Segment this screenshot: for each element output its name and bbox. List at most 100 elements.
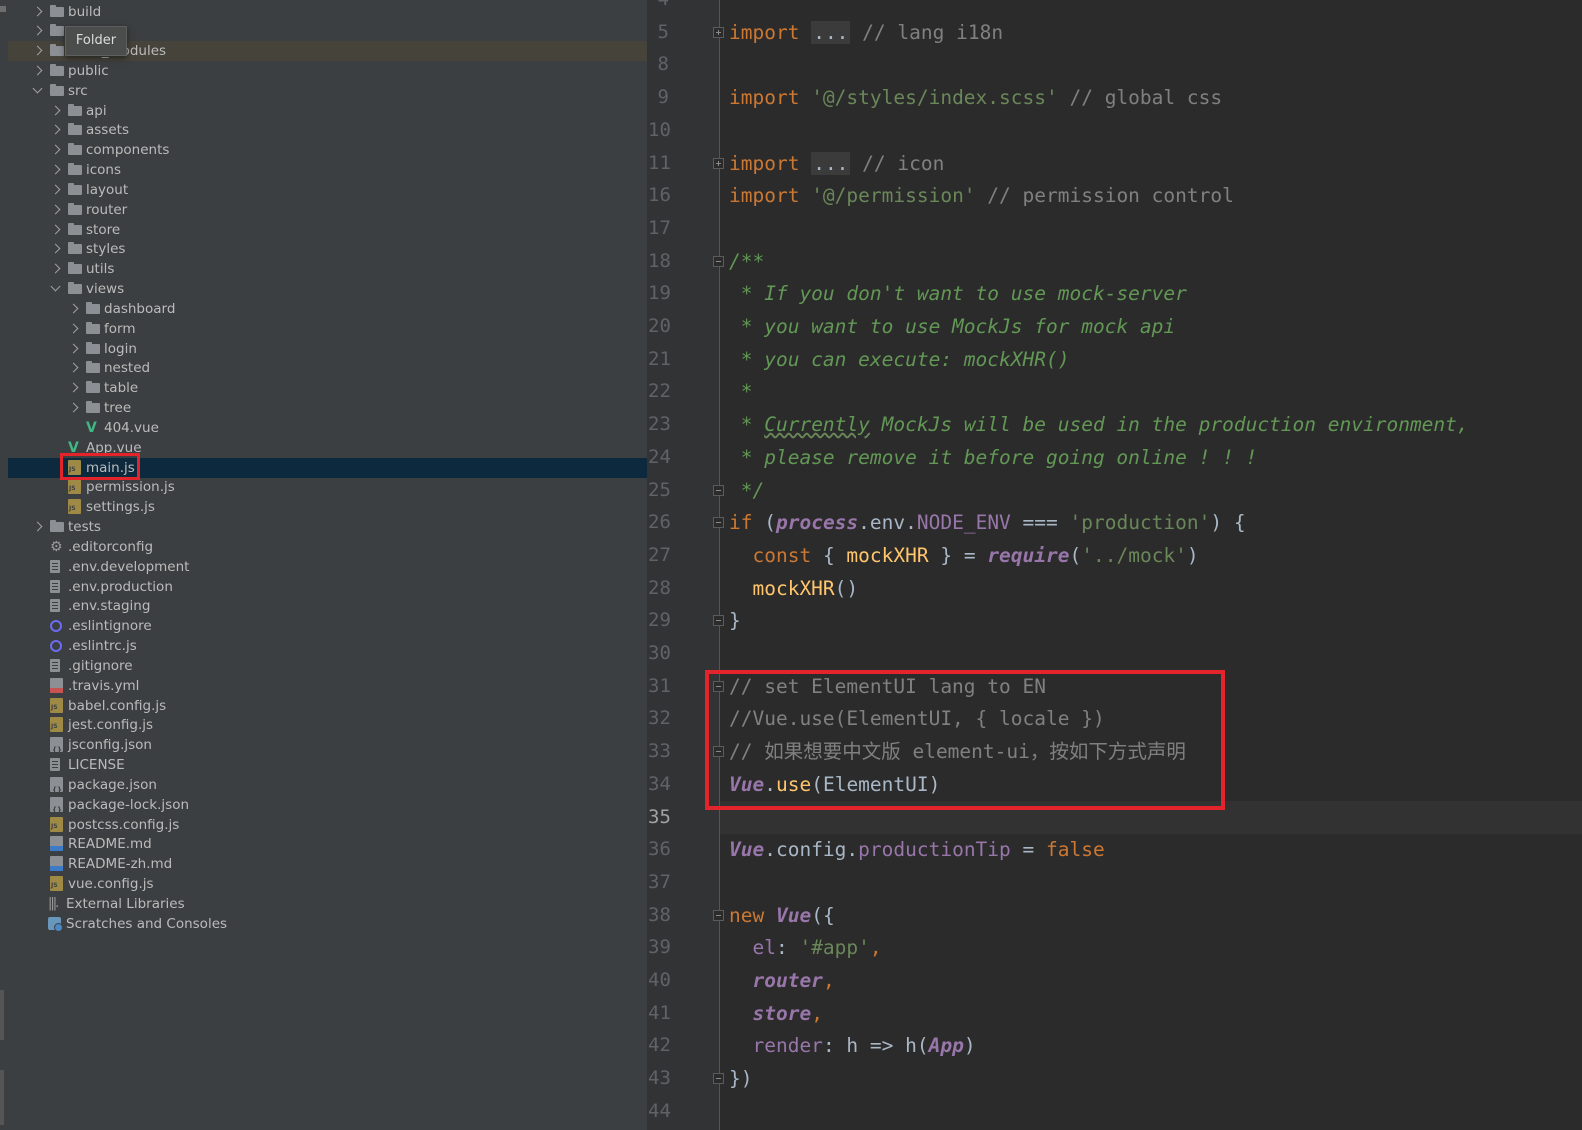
chevron-right-icon[interactable] [68,323,79,334]
chevron-right-icon[interactable] [32,25,43,36]
fold-collapse-icon[interactable] [713,615,724,627]
chevron-right-icon[interactable] [68,362,79,373]
tree-item[interactable]: components [8,140,647,160]
chevron-right-icon[interactable] [68,382,79,393]
fold-collapse-icon[interactable] [713,484,724,496]
tree-item[interactable]: .env.development [8,557,647,577]
fold-expand-icon[interactable] [713,157,724,169]
tree-item[interactable]: build [8,2,647,22]
tree-item[interactable]: tests [8,517,647,537]
tree-item[interactable]: tree [8,398,647,418]
tree-item[interactable]: |||. External Libraries [8,894,647,914]
fold-collapse-icon[interactable] [713,1073,724,1085]
folded-code-placeholder[interactable]: ... [811,20,851,44]
tree-item[interactable]: .env.production [8,577,647,597]
chevron-right-icon[interactable] [68,343,79,354]
chevron-down-icon[interactable] [32,83,43,94]
tree-item[interactable]: .gitignore [8,656,647,676]
code-line[interactable]: * Currently MockJs will be used in the p… [729,408,1469,441]
tree-item[interactable]: ⚙ .editorconfig [8,537,647,557]
chevron-right-icon[interactable] [50,105,61,116]
tree-item[interactable]: store [8,220,647,240]
code-line[interactable]: render: h => h(App) [729,1029,975,1062]
tree-item[interactable]: layout [8,180,647,200]
fold-collapse-icon[interactable] [713,255,724,267]
chevron-right-icon[interactable] [50,224,61,235]
tree-item[interactable]: icons [8,160,647,180]
tree-item[interactable]: settings.js [8,497,647,517]
code-line[interactable]: if (process.env.NODE_ENV === 'production… [729,506,1246,539]
fold-collapse-icon[interactable] [713,517,724,529]
tree-item[interactable]: src [8,81,647,101]
code-line[interactable]: * [729,375,753,408]
code-line[interactable]: new Vue({ [729,899,835,932]
chevron-right-icon[interactable] [50,244,61,254]
project-tool-tab[interactable] [0,6,6,12]
tree-item[interactable]: api [8,101,647,121]
tree-item[interactable]: README.md [8,834,647,854]
chevron-right-icon[interactable] [32,521,43,532]
tree-item[interactable]: login [8,339,647,359]
code-line[interactable]: * you can execute: mockXHR() [729,343,1070,376]
tree-item[interactable]: .env.staging [8,596,647,616]
chevron-right-icon[interactable] [32,6,43,16]
tree-item[interactable]: dashboard [8,299,647,319]
tree-item[interactable]: permission.js [8,477,647,497]
tree-item[interactable]: public [8,61,647,81]
tree-item[interactable]: .eslintrc.js [8,636,647,656]
tree-item[interactable]: form [8,319,647,339]
code-line[interactable]: store, [729,997,822,1030]
code-line[interactable]: import '@/styles/index.scss' // global c… [729,81,1222,114]
structure-tool-tab[interactable] [0,990,4,1040]
code-line[interactable]: import ... // icon [729,147,944,180]
tree-item[interactable]: utils [8,259,647,279]
tree-item[interactable]: postcss.config.js [8,815,647,835]
code-line[interactable]: * please remove it before going online !… [729,441,1258,474]
code-editor[interactable]: 4 5 8 9 10 11 16 17 18 19 20 21 22 23 24 25 26 27 28 29 30 31… [648,0,1582,1130]
tree-item[interactable]: Scratches and Consoles [8,914,647,934]
tree-item[interactable]: .travis.yml [8,676,647,696]
chevron-right-icon[interactable] [68,402,79,413]
tree-item[interactable]: LICENSE [8,755,647,775]
bookmarks-tool-tab[interactable] [0,1070,4,1125]
code-line[interactable]: }) [729,1062,752,1095]
tree-item[interactable]: table [8,378,647,398]
tree-item[interactable]: assets [8,120,647,140]
tree-item[interactable]: package.json [8,775,647,800]
chevron-right-icon[interactable] [50,164,61,175]
code-line[interactable]: import ... // lang i18n [729,16,1003,49]
chevron-right-icon[interactable] [50,263,61,274]
tree-item[interactable]: jest.config.js [8,715,647,735]
tree-item[interactable]: babel.config.js [8,696,647,716]
tree-item[interactable]: styles [8,239,647,259]
tree-item[interactable]: package-lock.json [8,795,647,820]
code-line[interactable]: import '@/permission' // permission cont… [729,179,1234,212]
folded-code-placeholder[interactable]: ... [811,151,851,175]
tree-item[interactable]: router [8,200,647,220]
chevron-right-icon[interactable] [50,144,61,155]
tree-item[interactable]: V 404.vue [8,418,647,438]
code-line[interactable]: /** [729,245,764,278]
chevron-right-icon[interactable] [50,125,61,135]
fold-collapse-icon[interactable] [713,909,724,921]
tree-item[interactable]: .eslintignore [8,616,647,636]
code-line[interactable]: mockXHR() [729,572,858,605]
code-line[interactable]: */ [729,474,765,507]
code-line[interactable]: el: '#app', [729,931,881,964]
tree-item[interactable]: vue.config.js [8,874,647,894]
chevron-right-icon[interactable] [50,204,61,215]
code-line[interactable]: const { mockXHR } = require('../mock') [729,539,1198,572]
tree-item[interactable]: views [8,279,647,299]
code-line[interactable]: * you want to use MockJs for mock api [729,310,1175,343]
fold-expand-icon[interactable] [713,26,724,38]
tree-item[interactable]: nested [8,358,647,378]
code-line[interactable]: Vue.config.productionTip = false [729,833,1105,866]
code-line[interactable]: router, [729,964,834,997]
chevron-right-icon[interactable] [68,303,79,314]
tree-item[interactable]: README-zh.md [8,854,647,874]
chevron-down-icon[interactable] [50,281,61,292]
chevron-right-icon[interactable] [32,65,43,76]
chevron-right-icon[interactable] [50,184,61,195]
tree-item[interactable]: jsconfig.json [8,735,647,760]
chevron-right-icon[interactable] [32,45,43,56]
